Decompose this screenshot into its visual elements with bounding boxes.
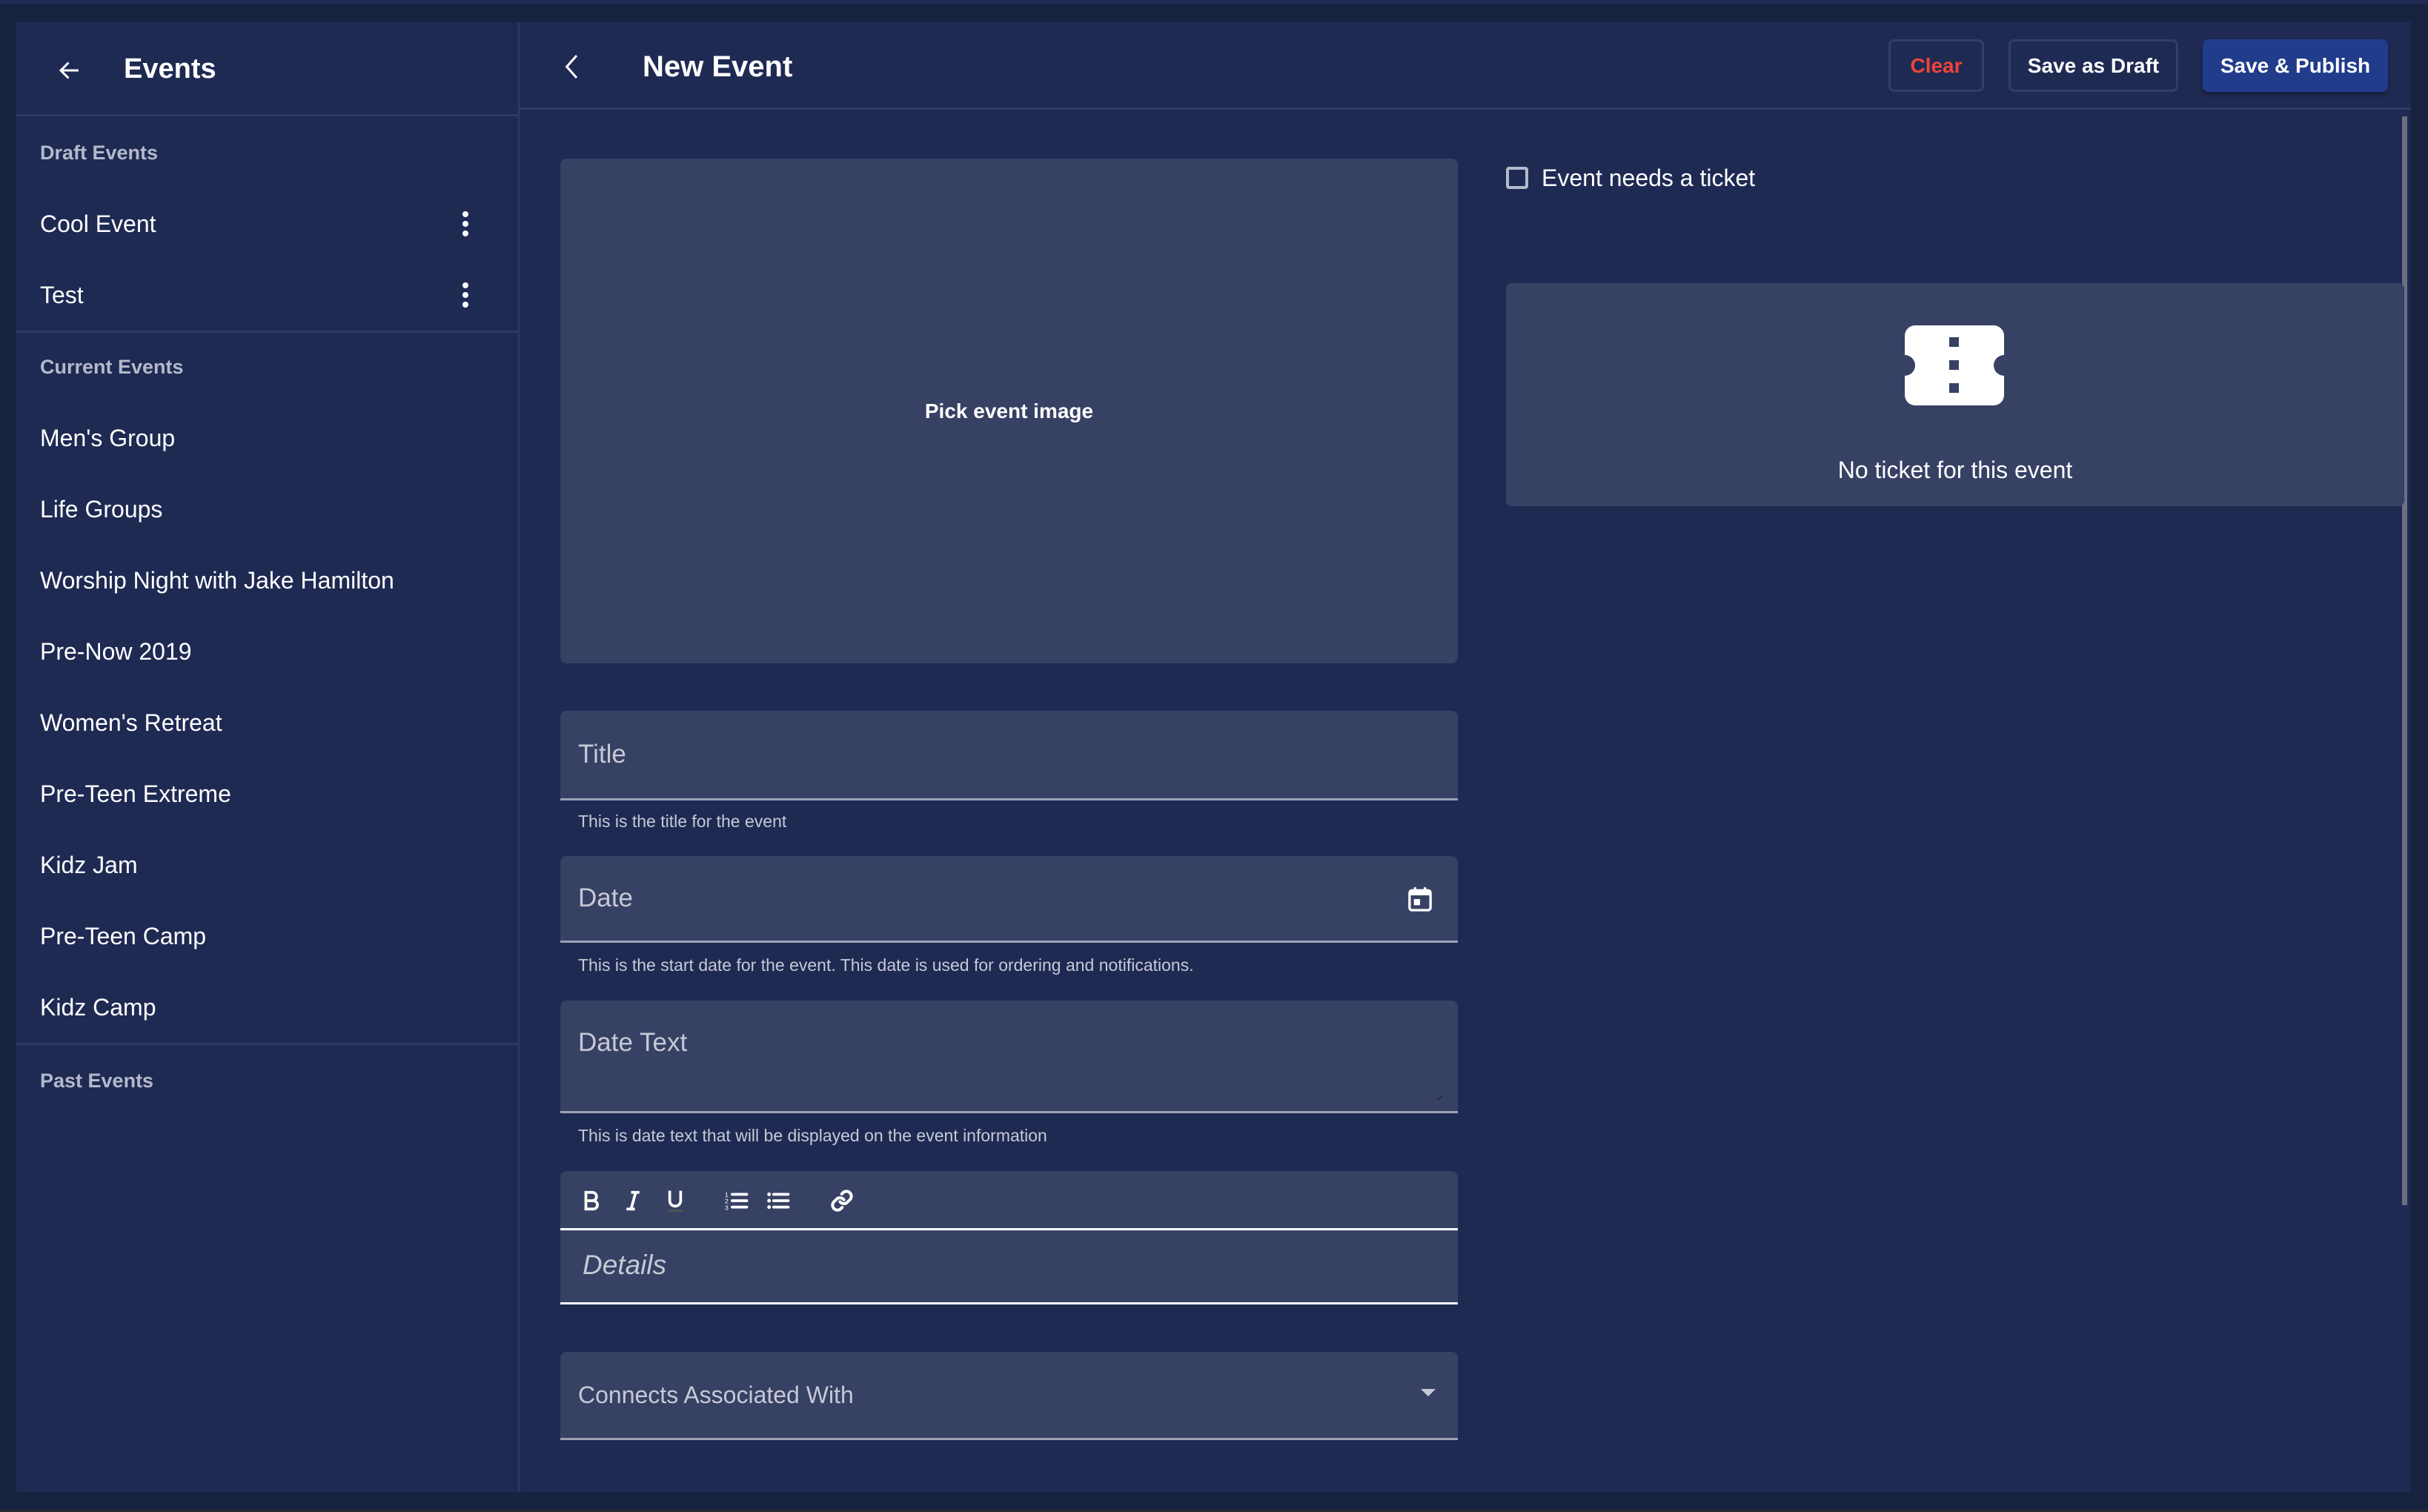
ordered-list-icon: 123 — [725, 1191, 749, 1211]
connects-select[interactable]: Connects Associated With — [560, 1352, 1458, 1440]
current-event-item[interactable]: Life Groups — [16, 474, 518, 545]
current-event-item[interactable]: Women's Retreat — [16, 687, 518, 758]
current-event-item[interactable]: Kidz Jam — [16, 829, 518, 901]
more-vertical-icon[interactable] — [454, 208, 477, 240]
bold-icon — [584, 1190, 599, 1211]
sidebar-back-button[interactable] — [53, 54, 86, 87]
current-event-item[interactable]: Men's Group — [16, 402, 518, 474]
date-helper-text: This is the start date for the event. Th… — [578, 955, 1194, 975]
details-placeholder: Details — [583, 1250, 667, 1280]
date-field[interactable]: Date — [560, 856, 1458, 943]
details-editor[interactable]: 123 Details — [560, 1171, 1458, 1304]
title-helper-text: This is the title for the event — [578, 812, 787, 831]
ordered-list-button[interactable]: 123 — [723, 1187, 750, 1214]
title-field[interactable]: Title — [560, 711, 1458, 800]
draft-event-item[interactable]: Cool Event — [16, 188, 518, 259]
current-event-label: Pre-Teen Camp — [40, 923, 207, 949]
section-past-events: Past Events — [40, 1070, 154, 1092]
svg-text:3: 3 — [725, 1204, 729, 1211]
draft-event-item[interactable]: Test — [16, 259, 518, 331]
save-publish-button[interactable]: Save & Publish — [2203, 39, 2388, 92]
bullet-list-button[interactable] — [765, 1187, 792, 1214]
app-window: Events Draft Events Cool Event Test Curr… — [16, 22, 2411, 1492]
page-title: New Event — [643, 50, 793, 83]
resize-handle-icon[interactable] — [1437, 1095, 1443, 1101]
current-event-label: Life Groups — [40, 496, 163, 523]
current-event-label: Pre-Now 2019 — [40, 638, 192, 665]
bold-button[interactable] — [578, 1187, 605, 1214]
current-event-item[interactable]: Pre-Now 2019 — [16, 616, 518, 687]
sidebar-title: Events — [124, 53, 216, 84]
more-vertical-icon[interactable] — [454, 279, 477, 311]
dropdown-arrow-icon — [1421, 1389, 1436, 1396]
current-event-label: Kidz Camp — [40, 994, 156, 1021]
connects-select-label: Connects Associated With — [578, 1382, 854, 1408]
editor-toolbar: 123 — [560, 1171, 1458, 1230]
current-event-label: Pre-Teen Extreme — [40, 780, 231, 807]
save-draft-button[interactable]: Save as Draft — [2009, 39, 2178, 92]
editor-back-button[interactable] — [555, 49, 591, 84]
current-event-label: Kidz Jam — [40, 852, 138, 878]
editor-header: New Event Clear Save as Draft Save & Pub… — [520, 22, 2411, 110]
link-icon — [831, 1190, 853, 1212]
no-ticket-text: No ticket for this event — [1837, 457, 2073, 483]
clear-button[interactable]: Clear — [1888, 39, 1984, 92]
ticket-empty-card: No ticket for this event — [1506, 283, 2404, 506]
calendar-icon[interactable] — [1405, 884, 1435, 914]
current-event-item[interactable]: Worship Night with Jake Hamilton — [16, 545, 518, 616]
date-text-field-label: Date Text — [578, 1028, 688, 1057]
sidebar-divider — [16, 1043, 518, 1045]
arrow-left-icon — [59, 62, 79, 79]
bullet-list-icon — [767, 1192, 790, 1210]
draft-event-label: Test — [40, 282, 84, 308]
content-scrollbar[interactable] — [2402, 116, 2407, 1205]
chevron-left-icon — [565, 55, 578, 79]
current-event-label: Women's Retreat — [40, 709, 222, 736]
event-image-picker[interactable]: Pick event image — [560, 159, 1458, 663]
current-event-label: Men's Group — [40, 425, 176, 451]
italic-button[interactable] — [620, 1187, 646, 1214]
section-draft-events: Draft Events — [40, 142, 159, 164]
draft-event-label: Cool Event — [40, 210, 156, 237]
image-picker-label: Pick event image — [924, 399, 1094, 422]
date-field-label: Date — [578, 883, 633, 912]
window-top-strip — [0, 0, 2428, 4]
underline-button[interactable] — [662, 1187, 689, 1214]
sidebar-header: Events — [16, 22, 518, 116]
section-current-events: Current Events — [40, 356, 184, 378]
ticket-checkbox-row[interactable]: Event needs a ticket — [1506, 163, 1755, 193]
events-sidebar: Events Draft Events Cool Event Test Curr… — [16, 22, 520, 1492]
current-event-label: Worship Night with Jake Hamilton — [40, 567, 394, 594]
current-event-item[interactable]: Pre-Teen Extreme — [16, 758, 518, 829]
italic-icon — [626, 1190, 640, 1211]
sidebar-divider — [16, 331, 518, 333]
link-button[interactable] — [829, 1187, 855, 1214]
ticket-icon — [1905, 325, 2004, 405]
ticket-checkbox-label: Event needs a ticket — [1542, 165, 1756, 191]
event-editor: New Event Clear Save as Draft Save & Pub… — [520, 22, 2411, 1492]
date-text-helper-text: This is date text that will be displayed… — [578, 1126, 1047, 1145]
underline-icon — [668, 1190, 683, 1212]
current-event-item[interactable]: Kidz Camp — [16, 972, 518, 1043]
date-text-field[interactable]: Date Text — [560, 1001, 1458, 1113]
ticket-checkbox[interactable] — [1506, 167, 1528, 189]
title-field-label: Title — [578, 740, 626, 769]
current-event-item[interactable]: Pre-Teen Camp — [16, 901, 518, 972]
